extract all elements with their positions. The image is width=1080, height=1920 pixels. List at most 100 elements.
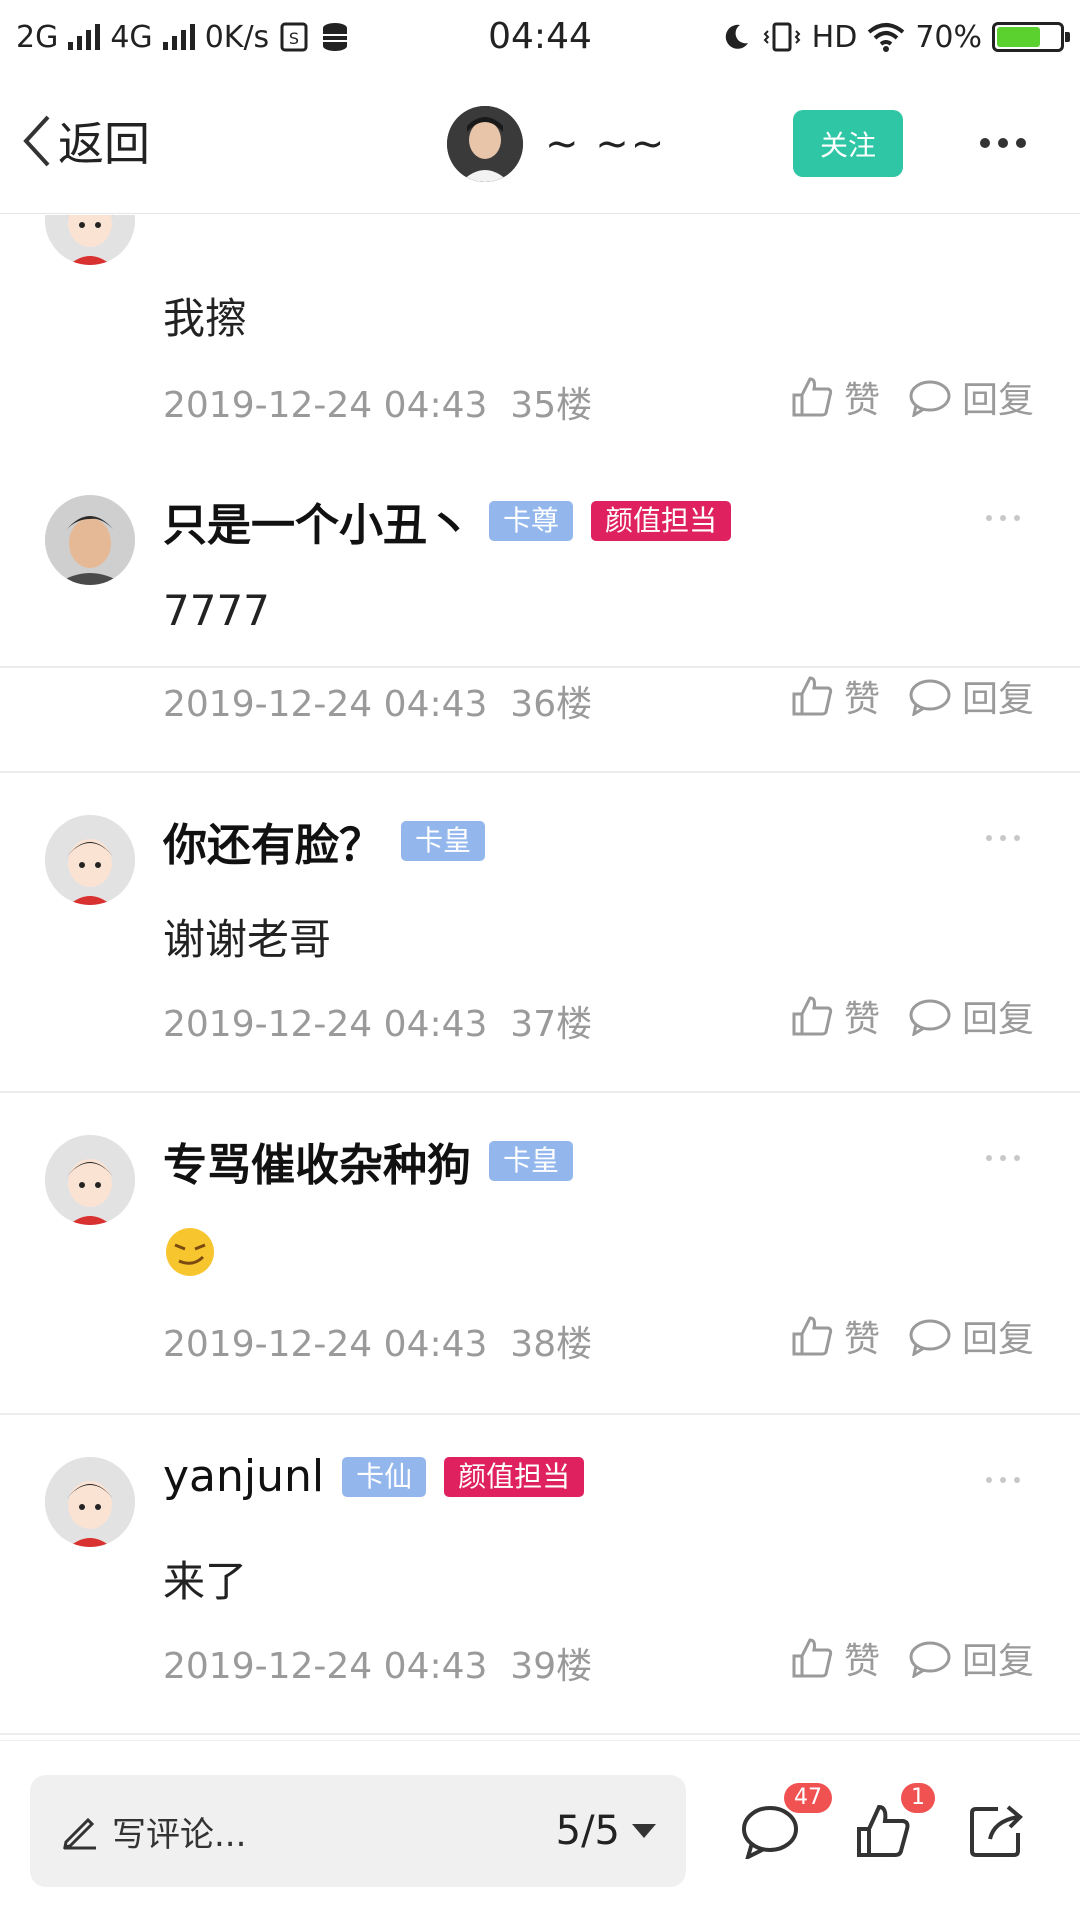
status-right: HD 70%: [720, 19, 1070, 55]
comment-count-badge: 47: [784, 1783, 832, 1813]
comment-meta: 2019-12-24 04:43 39楼: [163, 1637, 592, 1689]
comment-username[interactable]: 专骂催收杂种狗 卡皇: [163, 1129, 574, 1193]
badge: 颜值担当: [444, 1456, 585, 1497]
hd-label: HD: [811, 19, 858, 55]
avatar[interactable]: [45, 1457, 135, 1547]
comment-timestamp: 2019-12-24 04:43: [163, 1324, 488, 1365]
comment-text: 谢谢老哥: [163, 915, 332, 964]
share-icon: [970, 1805, 1023, 1857]
comment-item: 你还有脸？ 卡皇 谢谢老哥 2019-12-24 04:43 37楼 赞 回复: [0, 773, 1080, 1093]
comment-bubble-icon: [909, 1319, 951, 1356]
share-button[interactable]: [968, 1803, 1024, 1863]
vibrate-icon: [763, 22, 801, 52]
comment-item: 只是一个小丑丶 卡尊 颜值担当 7777 2019-12-24 04:43 36…: [0, 453, 1080, 773]
comment-more-button[interactable]: [986, 1477, 1020, 1483]
like-button[interactable]: 赞: [790, 1632, 880, 1684]
thumbs-up-icon: [857, 1804, 910, 1857]
comment-more-button[interactable]: [986, 515, 1020, 521]
thumbs-up-icon: [792, 377, 833, 417]
reply-button[interactable]: 回复: [908, 371, 1034, 423]
like-button[interactable]: 赞: [790, 1310, 880, 1362]
comment-meta: 2019-12-24 04:43 36楼: [163, 675, 592, 727]
signal-icon: [68, 24, 101, 50]
comment-text: 7777: [163, 586, 270, 635]
avatar[interactable]: [45, 495, 135, 585]
back-button[interactable]: 返回: [20, 108, 150, 174]
comment-floor: 39楼: [510, 1646, 593, 1687]
reply-button[interactable]: 回复: [908, 670, 1034, 722]
comment-bubble-icon: [742, 1806, 798, 1861]
battery-percent: 70%: [915, 19, 982, 55]
badge: 颜值担当: [591, 501, 732, 541]
like-button[interactable]: 赞: [790, 670, 880, 722]
network-2g-label: 2G: [16, 19, 59, 55]
comment-item: 专骂催收杂种狗 卡皇 2019-12-24 04:43 38楼 赞 回复: [0, 1093, 1080, 1415]
comment-text: 我擦: [163, 294, 248, 343]
avatar[interactable]: [45, 815, 135, 905]
badge: 卡皇: [489, 1141, 574, 1181]
more-menu-button[interactable]: [980, 138, 1026, 148]
like-button[interactable]: 赞: [790, 990, 880, 1042]
avatar[interactable]: [45, 1135, 135, 1225]
comment-floor: 36楼: [510, 684, 593, 725]
like-button[interactable]: 赞: [790, 371, 880, 423]
comment-bubble-icon: [909, 999, 951, 1036]
comment-username[interactable]: 只是一个小丑丶 卡尊 颜值担当: [163, 489, 732, 553]
chevron-left-icon: [23, 115, 50, 167]
database-icon: [323, 23, 348, 51]
comment-username[interactable]: 你还有脸？ 卡皇: [163, 809, 486, 873]
network-4g-label: 4G: [110, 19, 153, 55]
sim-icon: S: [280, 22, 308, 52]
wifi-icon: [868, 23, 905, 52]
reply-button[interactable]: 回复: [908, 990, 1034, 1042]
reply-button[interactable]: 回复: [908, 1632, 1034, 1684]
avatar[interactable]: [45, 215, 135, 265]
chevron-down-icon[interactable]: [632, 1824, 656, 1838]
comment-meta: 2019-12-24 04:43 38楼: [163, 1315, 592, 1367]
back-label: 返回: [58, 117, 150, 171]
thumbs-up-icon: [792, 996, 833, 1036]
nav-user[interactable]: ~ ~~: [447, 106, 666, 182]
comment-actions: 赞 回复: [790, 1310, 1034, 1362]
pencil-icon: [63, 1817, 96, 1850]
comment-list[interactable]: 我擦 2019-12-24 04:43 35楼 赞 回复 只是一个小丑丶 卡尊 …: [0, 215, 1080, 1738]
nav-title: ~ ~~: [545, 121, 667, 167]
comment-username[interactable]: yanjunl 卡仙 颜值担当: [163, 1451, 585, 1502]
badge: 卡皇: [401, 821, 486, 861]
battery-icon: [992, 22, 1070, 52]
comment-placeholder: 写评论...: [112, 1814, 247, 1855]
comment-timestamp: 2019-12-24 04:43: [163, 1646, 488, 1687]
thumbs-up-icon: [792, 676, 833, 716]
comment-actions: 赞 回复: [790, 670, 1034, 722]
comment-timestamp: 2019-12-24 04:43: [163, 385, 488, 426]
comment-item: yanjunl 卡仙 颜值担当 来了 2019-12-24 04:43 39楼 …: [0, 1415, 1080, 1735]
comment-timestamp: 2019-12-24 04:43: [163, 1004, 488, 1045]
comment-meta: 2019-12-24 04:43 35楼: [163, 376, 592, 428]
comment-bubble-icon: [909, 1641, 951, 1678]
comment-bubble-icon: [909, 380, 951, 417]
like-post-button[interactable]: 1: [855, 1783, 935, 1863]
comment-actions: 赞 回复: [790, 371, 1034, 423]
avatar[interactable]: [447, 106, 523, 182]
smirk-emoji-icon: [163, 1225, 217, 1283]
comment-input[interactable]: 写评论... 5/5: [30, 1775, 686, 1887]
comments-button[interactable]: 47: [740, 1783, 832, 1863]
follow-button[interactable]: 关注: [793, 110, 903, 177]
thumbs-up-icon: [792, 1316, 833, 1356]
comment-actions: 赞 回复: [790, 1632, 1034, 1684]
battery-fill: [997, 27, 1041, 47]
comment-more-button[interactable]: [986, 1155, 1020, 1161]
network-speed: 0K/s: [204, 19, 270, 55]
page-indicator[interactable]: 5/5: [556, 1808, 620, 1854]
bottom-bar: 写评论... 5/5 47 1: [0, 1740, 1080, 1920]
status-left: 2G 4G 0K/s S: [16, 20, 351, 55]
comment-text: 来了: [163, 1557, 248, 1606]
thumbs-up-icon: [792, 1638, 833, 1678]
like-count-badge: 1: [901, 1783, 935, 1813]
reply-button[interactable]: 回复: [908, 1310, 1034, 1362]
nav-bar: 返回 ~ ~~ 关注: [0, 74, 1080, 214]
status-bar: 2G 4G 0K/s S 04:44 HD 70%: [0, 0, 1080, 74]
comment-more-button[interactable]: [986, 835, 1020, 841]
comment-actions: 赞 回复: [790, 990, 1034, 1042]
comment-meta: 2019-12-24 04:43 37楼: [163, 995, 592, 1047]
